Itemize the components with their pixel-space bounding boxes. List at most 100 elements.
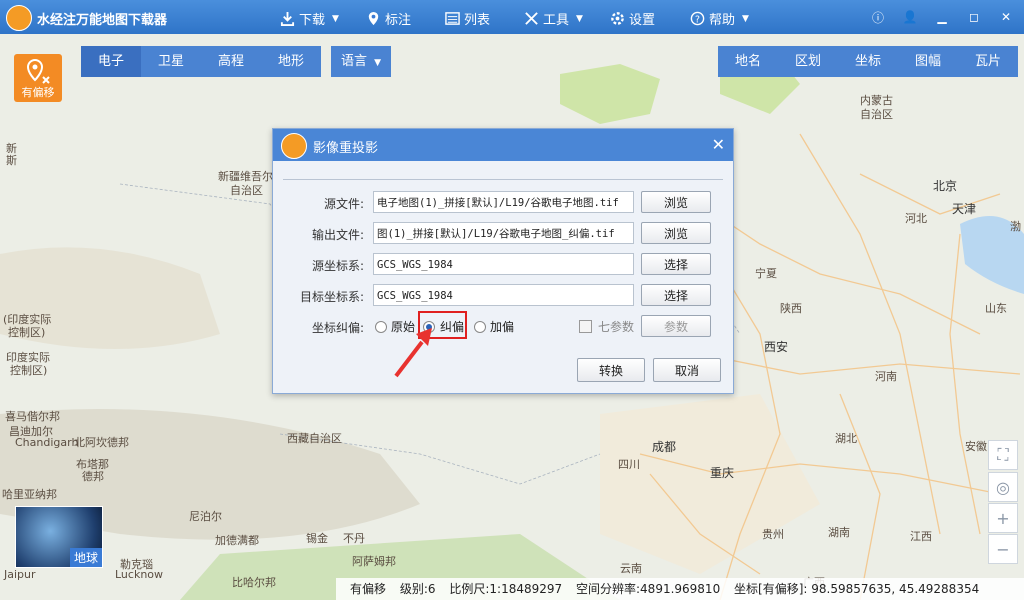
title-bar: 水经注万能地图下载器 下载 ▼ 标注 列表 工具 ▼ 设置 ? 帮助 ▼ ⓘ 👤 ▁ … bbox=[0, 0, 1024, 34]
map-label: 加德满都 bbox=[215, 534, 259, 547]
map-label: 西安 bbox=[764, 340, 789, 354]
cancel-button[interactable]: 取消 bbox=[653, 358, 721, 382]
params-button[interactable]: 参数 bbox=[641, 315, 711, 337]
tab-coordinate[interactable]: 坐标 bbox=[838, 46, 898, 77]
chevron-down-icon: ▼ bbox=[576, 13, 583, 24]
output-file-field[interactable]: 图(1)_拼接[默认]/L19/谷歌电子地图_纠偏.tif bbox=[373, 222, 634, 244]
close-window-button[interactable]: ✕ bbox=[996, 7, 1016, 27]
target-crs-select-button[interactable]: 选择 bbox=[641, 284, 711, 306]
tab-elevation[interactable]: 高程 bbox=[201, 46, 261, 77]
map-label: 安徽 bbox=[965, 440, 987, 453]
tab-terrain[interactable]: 地形 bbox=[261, 46, 321, 77]
source-file-field[interactable]: 电子地图(1)_拼接[默认]/L19/谷歌电子地图.tif bbox=[373, 191, 634, 213]
maximize-icon: ◻ bbox=[969, 10, 979, 24]
maximize-button[interactable]: ◻ bbox=[964, 7, 984, 27]
map-label: 贵州 bbox=[762, 528, 784, 541]
right-tabs: 地名 区划 坐标 图幅 瓦片 bbox=[718, 46, 1018, 77]
map-label: 河北 bbox=[905, 212, 927, 225]
map-label: 控制区) bbox=[8, 326, 46, 339]
target-crs-field[interactable]: GCS_WGS_1984 bbox=[373, 284, 634, 306]
map-label: 北阿坎德邦 bbox=[74, 436, 129, 449]
close-icon: ✕ bbox=[711, 135, 725, 154]
map-label: 重庆 bbox=[710, 466, 735, 480]
help-icon: ? bbox=[690, 11, 705, 26]
map-label: 陕西 bbox=[780, 302, 802, 315]
menu-tools[interactable]: 工具 ▼ bbox=[524, 9, 583, 28]
source-crs-label: 源坐标系: bbox=[311, 259, 364, 273]
globe-view-button[interactable]: 地球 bbox=[15, 506, 103, 568]
gear-icon bbox=[611, 12, 624, 25]
map-label: 云南 bbox=[620, 562, 642, 575]
menu-annotate-label: 标注 bbox=[385, 13, 412, 28]
info-button[interactable]: ⓘ bbox=[868, 7, 888, 27]
menu-download[interactable]: 下载 ▼ bbox=[280, 9, 339, 28]
chevron-down-icon: ▼ bbox=[332, 13, 339, 24]
correction-label: 坐标纠偏: bbox=[311, 321, 364, 335]
user-button[interactable]: 👤 bbox=[900, 7, 920, 27]
svg-text:?: ? bbox=[695, 14, 700, 25]
source-crs-field[interactable]: GCS_WGS_1984 bbox=[373, 253, 634, 275]
radio-add-offset-label: 加偏 bbox=[490, 320, 515, 334]
output-browse-button[interactable]: 浏览 bbox=[641, 222, 711, 244]
map-label: 斯 bbox=[6, 154, 17, 167]
menu-annotate[interactable]: 标注 bbox=[366, 9, 411, 28]
pin-icon bbox=[368, 11, 379, 26]
divider bbox=[283, 179, 723, 180]
language-dropdown[interactable]: 语言 ▼ bbox=[331, 46, 391, 77]
source-browse-button[interactable]: 浏览 bbox=[641, 191, 711, 213]
list-icon bbox=[445, 12, 460, 25]
map-label: 比哈尔邦 bbox=[232, 576, 276, 589]
plus-icon: + bbox=[996, 508, 1010, 528]
map-label: Jaipur bbox=[4, 568, 36, 581]
status-coordinates: 坐标[有偏移]: 98.59857635, 45.49288354 bbox=[734, 582, 980, 596]
tab-placename[interactable]: 地名 bbox=[718, 46, 778, 77]
tab-mapsheet[interactable]: 图幅 bbox=[898, 46, 958, 77]
tab-region[interactable]: 区划 bbox=[778, 46, 838, 77]
dialog-close-button[interactable]: ✕ bbox=[712, 135, 725, 154]
minimize-icon: ▁ bbox=[937, 10, 947, 24]
language-label: 语言 bbox=[340, 54, 367, 69]
tab-satellite[interactable]: 卫星 bbox=[141, 46, 201, 77]
map-type-tabs: 电子 卫星 高程 地形 bbox=[81, 46, 321, 77]
info-icon: ⓘ bbox=[871, 10, 884, 25]
map-label: 喜马偕尔邦 bbox=[5, 410, 60, 423]
status-resolution: 空间分辨率:4891.969810 bbox=[576, 582, 721, 596]
zoom-out-button[interactable]: − bbox=[988, 534, 1018, 564]
offset-toggle-button[interactable]: 有偏移 bbox=[14, 54, 62, 102]
map-label: 不丹 bbox=[343, 532, 365, 545]
globe-label: 地球 bbox=[69, 548, 102, 567]
map-label: 阿萨姆邦 bbox=[352, 555, 396, 568]
locate-button[interactable]: ◎ bbox=[988, 472, 1018, 502]
map-label: 渤 bbox=[1010, 220, 1021, 233]
seven-params-checkbox[interactable] bbox=[579, 320, 592, 333]
red-arrow-icon bbox=[394, 328, 432, 378]
offset-badge-label: 有偏移 bbox=[21, 86, 55, 99]
menu-tools-label: 工具 bbox=[543, 13, 570, 28]
menu-help[interactable]: ? 帮助 ▼ bbox=[690, 9, 749, 28]
map-label: 湖北 bbox=[835, 432, 857, 445]
tab-tile[interactable]: 瓦片 bbox=[958, 46, 1018, 77]
menu-settings[interactable]: 设置 bbox=[610, 9, 655, 28]
menu-download-label: 下载 bbox=[299, 13, 326, 28]
map-label: 江西 bbox=[910, 530, 932, 543]
chevron-down-icon: ▼ bbox=[742, 13, 749, 24]
fullscreen-button[interactable]: ⛶ bbox=[988, 440, 1018, 470]
source-crs-select-button[interactable]: 选择 bbox=[641, 253, 711, 275]
status-bar: 有偏移 级别:6 比例尺:1:18489297 空间分辨率:4891.96981… bbox=[336, 578, 1024, 600]
radio-add-offset[interactable] bbox=[474, 321, 486, 333]
map-label: 自治区 bbox=[860, 108, 893, 121]
menu-list[interactable]: 列表 bbox=[445, 9, 490, 28]
tab-electronic[interactable]: 电子 bbox=[81, 46, 141, 77]
source-file-label: 源文件: bbox=[323, 197, 364, 211]
convert-button[interactable]: 转换 bbox=[577, 358, 645, 382]
map-label: 湖南 bbox=[828, 526, 850, 539]
status-offset: 有偏移 bbox=[350, 582, 387, 596]
map-label: 宁夏 bbox=[755, 267, 777, 280]
zoom-in-button[interactable]: + bbox=[988, 503, 1018, 533]
menu-settings-label: 设置 bbox=[629, 13, 656, 28]
user-icon: 👤 bbox=[902, 10, 918, 24]
map-label: 锡金 bbox=[306, 532, 328, 545]
radio-original[interactable] bbox=[375, 321, 387, 333]
menu-list-label: 列表 bbox=[464, 13, 491, 28]
minimize-button[interactable]: ▁ bbox=[932, 7, 952, 27]
